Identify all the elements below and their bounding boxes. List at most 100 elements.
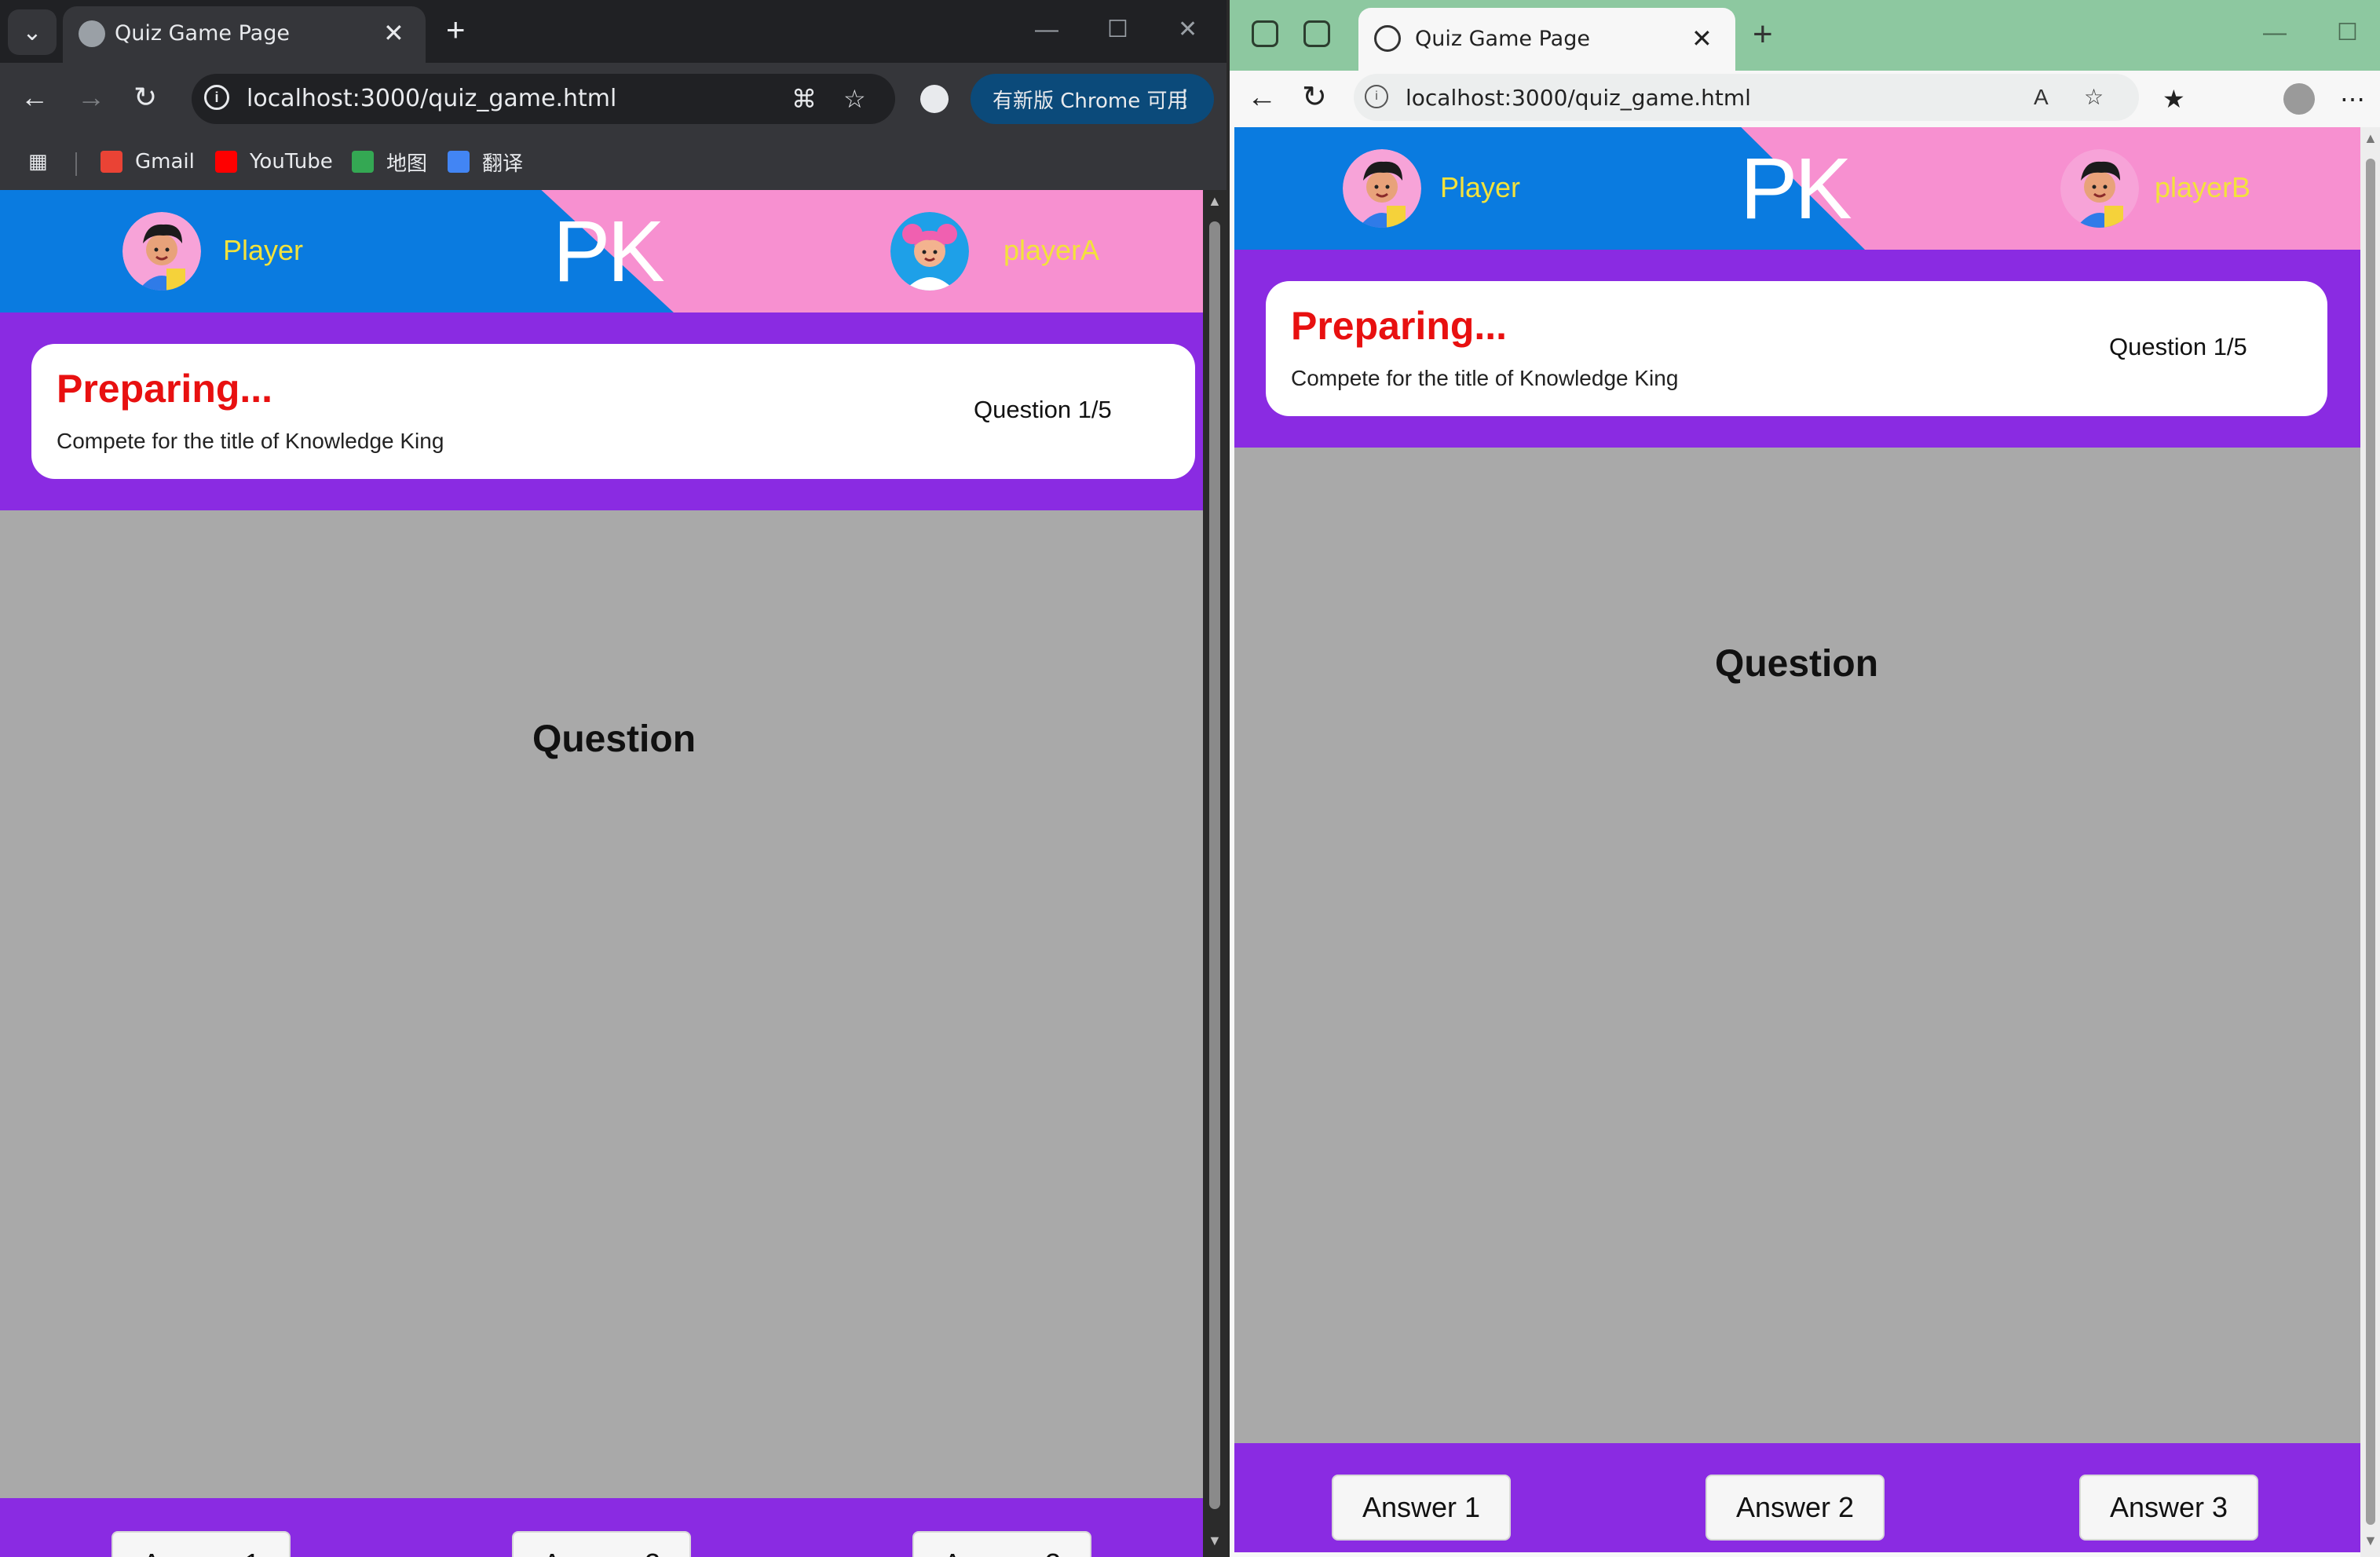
answer-button-2[interactable]: Answer 2 [512,1531,691,1557]
answer-button-2[interactable]: Answer 2 [1705,1475,1885,1541]
bookmark-label: Gmail [135,150,195,174]
pk-label: PK [553,203,665,300]
tab-strip: ⌄ Quiz Game Page ✕ + — ☐ ✕ [0,0,1227,63]
player-name: Player [1440,171,1521,203]
profile-icon[interactable] [920,85,949,113]
bookmark-youtube[interactable]: YouTube [215,146,333,177]
apps-icon[interactable]: ▦ [28,146,48,177]
tab-search-button[interactable]: ⌄ [8,9,57,55]
status-card: Preparing... Compete for the title of Kn… [31,344,1195,479]
quiz-page: Player PK playerA Preparing... Compete f… [0,190,1203,1557]
scrollbar[interactable]: ▲ ▼ [1203,190,1227,1557]
toolbar: ← → ↻ i localhost:3000/quiz_game.html ⌘ … [0,63,1227,135]
minimize-icon[interactable]: — [1035,14,1058,46]
back-icon[interactable]: ← [1247,79,1277,116]
player-avatar [1343,149,1421,228]
more-menu-icon[interactable]: ⋯ [2340,82,2365,116]
scroll-up-icon[interactable]: ▲ [1208,193,1222,210]
tab-quiz-game[interactable]: Quiz Game Page ✕ [1358,8,1735,71]
answer-button-1[interactable]: Answer 1 [1332,1475,1511,1541]
opponent-name: playerA [1004,234,1100,266]
opponent-avatar [2060,149,2139,228]
close-tab-icon[interactable]: ✕ [1691,24,1713,53]
maps-icon [352,151,374,173]
url-text: localhost:3000/quiz_game.html [247,85,617,112]
reload-icon[interactable]: ↻ [133,79,157,116]
scrollbar[interactable]: ▲ ▼ [2360,127,2380,1557]
address-bar[interactable]: i localhost:3000/quiz_game.html A ☆ [1354,74,2139,121]
site-info-icon[interactable]: i [204,85,229,110]
read-aloud-icon[interactable]: A [2034,82,2049,113]
scroll-down-icon[interactable]: ▼ [1208,1533,1222,1549]
question-counter: Question 1/5 [974,396,1112,423]
maximize-icon[interactable]: ☐ [2337,17,2358,49]
site-info-icon[interactable]: i [1365,85,1388,108]
globe-icon [79,20,105,47]
bookmark-translate[interactable]: 翻译 [448,146,523,177]
scroll-up-icon[interactable]: ▲ [2364,130,2378,147]
minimize-icon[interactable]: — [2263,17,2287,49]
new-tab-button[interactable]: + [1753,16,1773,53]
opponent-avatar [890,212,969,291]
globe-icon [1374,25,1401,52]
status-text: Preparing... [57,367,273,411]
question-text: Question [532,718,696,760]
bookmark-divider [75,152,77,176]
address-bar[interactable]: i localhost:3000/quiz_game.html ⌘ ☆ [192,74,895,124]
answer-button-1[interactable]: Answer 1 [112,1531,291,1557]
tab-quiz-game[interactable]: Quiz Game Page ✕ [63,6,426,63]
reload-icon[interactable]: ↻ [1302,79,1327,116]
page-viewport: Player PK playerA Preparing... Compete f… [0,190,1203,1557]
question-counter: Question 1/5 [2109,333,2247,360]
workspaces-icon[interactable] [1252,20,1278,47]
url-text: localhost:3000/quiz_game.html [1406,85,1751,111]
scrollbar-thumb[interactable] [1209,221,1220,1509]
update-label: 有新版 Chrome 可用 [993,89,1188,113]
status-card: Preparing... Compete for the title of Kn… [1266,281,2327,416]
pk-header: Player PK playerB [1234,127,2360,250]
tab-title: Quiz Game Page [115,21,290,46]
toolbar: ← ↻ i localhost:3000/quiz_game.html A ☆ … [1230,71,2380,127]
answer-button-3[interactable]: Answer 3 [2079,1475,2258,1541]
maximize-icon[interactable]: ☐ [1107,14,1128,46]
profile-avatar[interactable] [2283,83,2315,115]
pk-header: Player PK playerA [0,190,1203,312]
new-tab-button[interactable]: + [446,11,466,49]
chrome-window: ⌄ Quiz Game Page ✕ + — ☐ ✕ ← → ↻ i local… [0,0,1227,1557]
translate-icon[interactable]: ⌘ [792,82,817,116]
player-name: Player [223,234,304,266]
chrome-update-button[interactable]: 有新版 Chrome 可用 ⋮ [971,74,1214,124]
answer-button-3[interactable]: Answer 3 [912,1531,1091,1557]
bookmark-maps[interactable]: 地图 [352,146,427,177]
edge-window: Quiz Game Page ✕ + — ☐ ← ↻ i localhost:3… [1227,0,2380,1557]
status-text: Preparing... [1291,304,1508,348]
quiz-page: Player PK playerB Preparing... Compete f… [1234,127,2360,1552]
favorite-star-icon[interactable]: ☆ [2084,82,2104,113]
youtube-icon [215,151,237,173]
tab-actions-icon[interactable] [1303,20,1330,47]
bookmark-label: 地图 [386,152,428,176]
bookmark-label: YouTube [250,150,333,174]
translate-bookmark-icon [448,151,470,173]
subtitle-text: Compete for the title of Knowledge King [57,429,444,453]
gmail-icon [101,151,122,173]
forward-icon[interactable]: → [77,79,105,116]
scrollbar-thumb[interactable] [2366,159,2375,1525]
favorites-icon[interactable]: ★ [2162,82,2185,116]
close-window-icon[interactable]: ✕ [1178,14,1197,46]
opponent-name: playerB [2155,171,2251,203]
close-tab-icon[interactable]: ✕ [383,19,404,47]
bookmarks-bar: ▦ Gmail YouTube 地图 翻译 [0,135,1227,190]
player-avatar [122,212,201,291]
scroll-down-icon[interactable]: ▼ [2364,1533,2378,1549]
bookmark-label: 翻译 [482,152,524,176]
question-text: Question [1715,643,1879,685]
back-icon[interactable]: ← [20,79,49,116]
pk-label: PK [1740,141,1852,237]
bookmark-gmail[interactable]: Gmail [101,146,195,177]
page-viewport: Player PK playerB Preparing... Compete f… [1234,127,2360,1552]
tab-strip: Quiz Game Page ✕ + — ☐ [1230,0,2380,71]
subtitle-text: Compete for the title of Knowledge King [1291,366,1679,390]
more-menu-icon[interactable]: ⋮ [1173,85,1197,112]
bookmark-star-icon[interactable]: ☆ [843,82,866,116]
